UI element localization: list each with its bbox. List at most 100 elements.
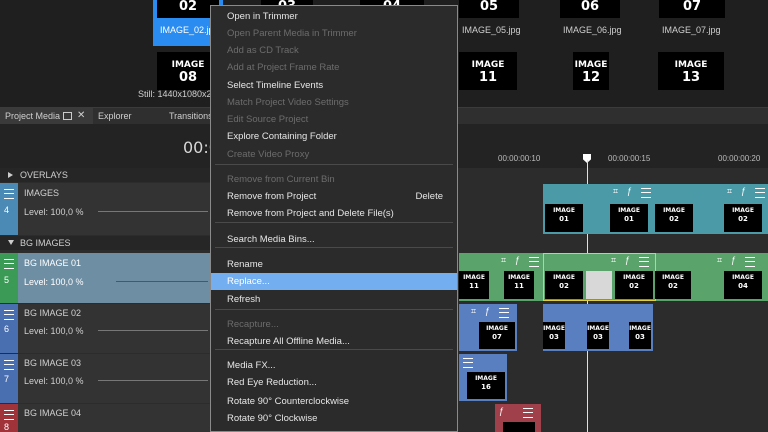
clip-menu-icon[interactable] — [641, 188, 651, 198]
crop-icon[interactable]: ⌗ — [501, 255, 506, 266]
clip-thumbnail: IMAGE 02 — [615, 271, 653, 299]
clip-menu-icon[interactable] — [523, 408, 533, 418]
media-thumbnail[interactable]: IMAGE 12 — [573, 52, 609, 90]
tab-project-media[interactable]: Project Media ✕ — [0, 108, 93, 124]
track-header[interactable]: 7 BG IMAGE 03 Level: 100,0 % — [0, 354, 210, 403]
media-thumbnail[interactable]: 05 — [459, 0, 519, 18]
menu-item-rotate-90-counterclockwise[interactable]: Rotate 90° Counterclockwise — [211, 393, 457, 410]
timeline-clip[interactable]: IMAGE 16 — [459, 354, 507, 401]
menu-item-select-timeline-events[interactable]: Select Timeline Events — [211, 77, 457, 94]
group-label: BG IMAGES — [20, 238, 71, 248]
menu-item-media-fx[interactable]: Media FX... — [211, 357, 457, 374]
media-thumbnail[interactable]: 06 — [560, 0, 620, 18]
menu-item-label: Refresh — [227, 294, 261, 305]
fx-icon[interactable]: ƒ — [515, 255, 520, 265]
clip-thumbnail: IMAGE 16 — [467, 372, 505, 399]
float-window-icon[interactable] — [63, 112, 72, 120]
timeline-clip[interactable]: ⌗ ƒ ⌗ ƒ IMAGE 01 IMAGE 01 IMAGE 02 IMAGE 02 — [543, 184, 768, 234]
track-name[interactable]: BG IMAGE 04 — [24, 408, 81, 418]
menu-item-recapture-all-offline-media[interactable]: Recapture All Offline Media... — [211, 333, 457, 350]
crop-icon[interactable]: ⌗ — [613, 186, 618, 197]
level-slider[interactable] — [116, 281, 208, 282]
menu-item-replace[interactable]: Replace... — [211, 273, 457, 290]
clip-thumbnail: IMAGE 02 — [655, 271, 691, 299]
menu-item-label: Recapture All Offline Media... — [227, 336, 350, 347]
menu-item-label: Add at Project Frame Rate — [227, 62, 340, 73]
menu-item-recapture: Recapture... — [211, 316, 457, 333]
clip-menu-icon[interactable] — [755, 188, 765, 198]
fx-icon[interactable]: ƒ — [741, 186, 746, 196]
crop-icon[interactable]: ⌗ — [717, 255, 722, 266]
media-thumbnail[interactable]: 07 — [659, 0, 725, 18]
menu-item-search-media-bins[interactable]: Search Media Bins... — [211, 231, 457, 248]
track-group-bg-images[interactable]: BG IMAGES — [0, 236, 210, 250]
fx-icon[interactable]: ƒ — [627, 186, 632, 196]
track-color-badge: 8 — [0, 404, 18, 432]
menu-item-open-in-trimmer[interactable]: Open in Trimmer — [211, 8, 457, 25]
track-level: Level: 100,0 % — [24, 277, 84, 287]
level-slider[interactable] — [98, 211, 208, 212]
crop-icon[interactable]: ⌗ — [471, 306, 476, 317]
menu-item-refresh[interactable]: Refresh — [211, 291, 457, 308]
menu-item-label: Create Video Proxy — [227, 149, 310, 160]
level-slider[interactable] — [98, 330, 208, 331]
track-name[interactable]: IMAGES — [24, 188, 59, 198]
clip-thumbnail: IMAGE 03 — [629, 322, 651, 349]
timeline-clip[interactable]: ƒ — [495, 404, 541, 432]
track-header-selected[interactable]: 5 BG IMAGE 01 Level: 100,0 % — [0, 253, 210, 303]
track-menu-icon[interactable] — [4, 259, 14, 269]
expand-arrow-icon[interactable] — [8, 172, 13, 178]
clip-thumbnail: IMAGE 01 — [610, 204, 648, 232]
track-name[interactable]: BG IMAGE 02 — [24, 308, 81, 318]
track-name[interactable]: BG IMAGE 01 — [24, 258, 81, 268]
menu-separator — [215, 309, 453, 310]
close-icon[interactable]: ✕ — [77, 108, 85, 124]
menu-item-label: Match Project Video Settings — [227, 97, 349, 108]
menu-item-red-eye-reduction[interactable]: Red Eye Reduction... — [211, 374, 457, 391]
timeline-clip[interactable]: ⌗ ƒ ⌗ ƒ ⌗ ƒ IMAGE 11 IMAGE 11 IMAGE 02 IMAG… — [459, 253, 768, 301]
menu-item-add-as-cd-track: Add as CD Track — [211, 42, 457, 59]
menu-item-explore-containing-folder[interactable]: Explore Containing Folder — [211, 128, 457, 145]
track-name[interactable]: BG IMAGE 03 — [24, 358, 81, 368]
timeline-clip[interactable]: IMAGE 03 IMAGE 03 IMAGE 03 — [543, 304, 653, 351]
collapse-arrow-icon[interactable] — [8, 240, 14, 245]
track-menu-icon[interactable] — [4, 310, 14, 320]
media-thumbnail[interactable]: IMAGE 11 — [459, 52, 517, 90]
track-menu-icon[interactable] — [4, 189, 14, 199]
timeline-clip[interactable]: ⌗ ƒ IMAGE 07 — [459, 304, 517, 351]
track-header[interactable]: 6 BG IMAGE 02 Level: 100,0 % — [0, 304, 210, 353]
menu-item-label: Add as CD Track — [227, 45, 299, 56]
menu-item-rotate-90-clockwise[interactable]: Rotate 90° Clockwise — [211, 410, 457, 427]
clip-menu-icon[interactable] — [745, 257, 755, 267]
menu-item-label: Media FX... — [227, 360, 276, 371]
menu-separator — [215, 349, 453, 350]
track-group-overlays[interactable]: OVERLAYS — [0, 168, 210, 182]
menu-item-label: Replace... — [227, 276, 270, 287]
track-menu-icon[interactable] — [4, 360, 14, 370]
track-color-badge: 4 — [0, 183, 18, 235]
clip-thumbnail: IMAGE 02 — [724, 204, 762, 232]
level-slider[interactable] — [98, 380, 208, 381]
clip-menu-icon[interactable] — [529, 257, 539, 267]
menu-item-label: Search Media Bins... — [227, 234, 315, 245]
track-color-badge: 7 — [0, 354, 18, 403]
menu-item-rename[interactable]: Rename — [211, 256, 457, 273]
media-thumbnail-label: IMAGE_07.jpg — [662, 25, 721, 35]
menu-item-remove-from-project-and-delete-file-s[interactable]: Remove from Project and Delete File(s) — [211, 205, 457, 222]
track-menu-icon[interactable] — [4, 410, 14, 420]
fx-icon[interactable]: ƒ — [485, 306, 490, 316]
clip-menu-icon[interactable] — [463, 358, 473, 368]
tab-explorer[interactable]: Explorer — [92, 108, 138, 124]
track-header[interactable]: 4 IMAGES Level: 100,0 % — [0, 183, 210, 235]
clip-thumbnail: IMAGE 01 — [545, 204, 583, 232]
fx-icon[interactable]: ƒ — [731, 255, 736, 265]
crop-icon[interactable]: ⌗ — [727, 186, 732, 197]
clip-menu-icon[interactable] — [499, 308, 509, 318]
menu-item-remove-from-project[interactable]: Remove from Project Delete — [211, 188, 457, 205]
clip-thumbnail — [503, 422, 535, 432]
track-header[interactable]: 8 BG IMAGE 04 — [0, 404, 210, 432]
clip-thumbnail: IMAGE 11 — [459, 271, 489, 299]
fx-icon[interactable]: ƒ — [499, 406, 504, 416]
media-thumbnail[interactable]: IMAGE 13 — [658, 52, 724, 90]
group-label: OVERLAYS — [20, 170, 68, 180]
